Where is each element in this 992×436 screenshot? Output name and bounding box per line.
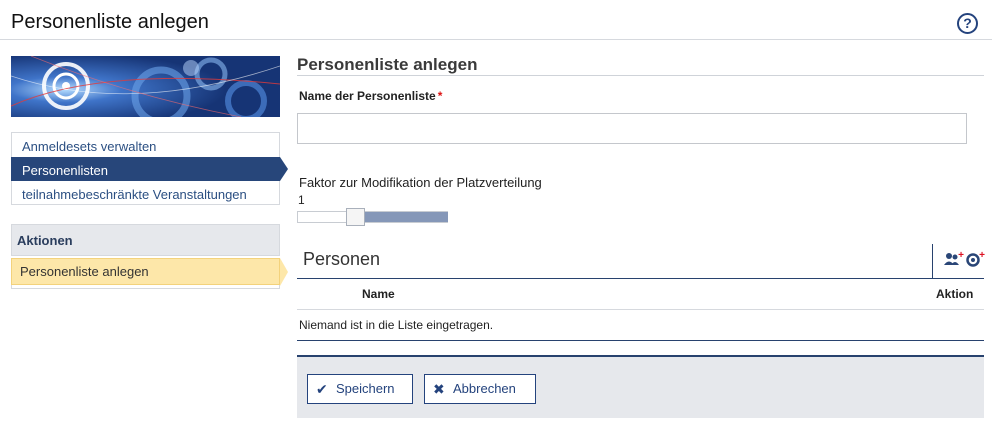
persons-table-tools: + +: [932, 244, 985, 279]
factor-slider-handle[interactable]: [346, 208, 365, 226]
add-group-plus: +: [979, 250, 985, 261]
factor-slider[interactable]: [297, 208, 448, 226]
page-header: Personenliste anlegen ?: [0, 0, 992, 40]
sidebar-actions: Aktionen Personenliste anlegen: [11, 224, 288, 289]
factor-label: Faktor zur Modifikation der Platzverteil…: [299, 175, 542, 190]
sidebar-nav: Anmeldesets verwalten Personenlisten tei…: [11, 132, 288, 205]
persons-caption: Personen: [303, 249, 381, 269]
sidebar-item-anmeldesets[interactable]: Anmeldesets verwalten: [11, 133, 280, 157]
column-header-action: Aktion: [936, 287, 974, 301]
actions-footer: [11, 285, 280, 289]
list-name-input[interactable]: [297, 113, 967, 144]
help-icon[interactable]: ?: [957, 13, 978, 34]
required-marker: *: [437, 89, 443, 103]
checkmark-icon: ✔: [316, 381, 328, 397]
table-bottom-divider: [297, 340, 984, 341]
persons-table-header: Personen + +: [297, 244, 985, 279]
factor-value: 1: [298, 193, 305, 207]
add-group-icon[interactable]: +: [964, 250, 985, 270]
empty-message: Niemand ist in die Liste eingetragen.: [299, 318, 494, 332]
save-button[interactable]: ✔ Speichern: [307, 374, 413, 404]
name-label: Name der Personenliste *: [299, 89, 442, 103]
add-person-icon[interactable]: +: [943, 250, 964, 270]
sidebar-banner-image: [11, 56, 280, 117]
factor-slider-fill: [364, 212, 448, 222]
page-title: Personenliste anlegen: [11, 11, 209, 33]
table-header-divider: [297, 309, 984, 310]
sidebar-item-personenlisten[interactable]: Personenlisten: [11, 157, 288, 181]
cancel-button-label: Abbrechen: [453, 381, 516, 396]
name-label-text: Name der Personenliste: [299, 89, 436, 103]
save-button-label: Speichern: [336, 381, 395, 396]
section-title: Personenliste anlegen: [297, 55, 984, 76]
actions-title: Aktionen: [11, 224, 280, 256]
column-header-name[interactable]: Name: [362, 287, 395, 301]
action-create-list[interactable]: Personenliste anlegen: [11, 258, 288, 286]
sidebar-item-veranstaltungen[interactable]: teilnahmebeschränkte Veranstaltungen: [11, 181, 280, 205]
cross-icon: ✖: [433, 381, 445, 397]
cancel-button[interactable]: ✖ Abbrechen: [424, 374, 536, 404]
button-bar: ✔ Speichern ✖ Abbrechen: [297, 355, 984, 418]
